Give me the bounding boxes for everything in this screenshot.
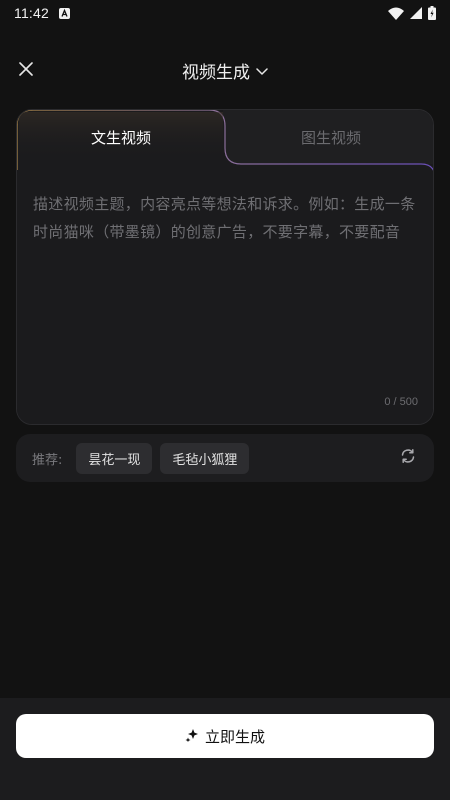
close-icon — [19, 61, 33, 80]
recommend-chip-2[interactable]: 毛毡小狐狸 — [160, 442, 250, 474]
tab-text-to-video[interactable]: 文生视频 — [17, 110, 225, 164]
recommend-label: 推荐: — [32, 452, 63, 468]
status-left: 11:42 — [14, 5, 70, 21]
char-counter: 0 / 500 — [384, 396, 418, 408]
recommend-chip-1[interactable]: 昙花一现 — [76, 442, 153, 474]
status-bar: 11:42 — [0, 0, 450, 26]
refresh-icon — [400, 448, 416, 468]
tab-image-to-video[interactable]: 图生视频 — [227, 110, 433, 164]
refresh-button[interactable] — [398, 448, 418, 468]
prompt-input[interactable]: 描述视频主题，内容亮点等想法和诉求。例如：生成一条时尚猫咪（带墨镜）的创意广告，… — [33, 190, 421, 246]
header: 视频生成 — [0, 46, 450, 94]
status-right — [388, 6, 436, 20]
chevron-down-icon — [256, 61, 268, 80]
battery-charging-icon — [428, 6, 436, 20]
prompt-card: 文生视频 图生视频 描述视频主题，内容亮点等想法和诉求。例如：生成一条时尚猫咪（… — [16, 109, 434, 425]
page-title: 视频生成 — [182, 62, 250, 83]
title-dropdown[interactable]: 视频生成 — [182, 58, 268, 83]
generate-label: 立即生成 — [204, 727, 265, 746]
generate-button[interactable]: 立即生成 — [16, 714, 434, 758]
signal-icon — [410, 7, 422, 19]
wifi-icon — [388, 7, 404, 20]
recommend-bar: 推荐: 昙花一现 毛毡小狐狸 — [16, 434, 434, 482]
close-button[interactable] — [14, 58, 38, 82]
bottom-panel: 立即生成 — [0, 698, 450, 800]
status-time: 11:42 — [14, 5, 49, 21]
sparkle-icon — [185, 727, 199, 746]
notification-a-icon — [59, 7, 70, 19]
